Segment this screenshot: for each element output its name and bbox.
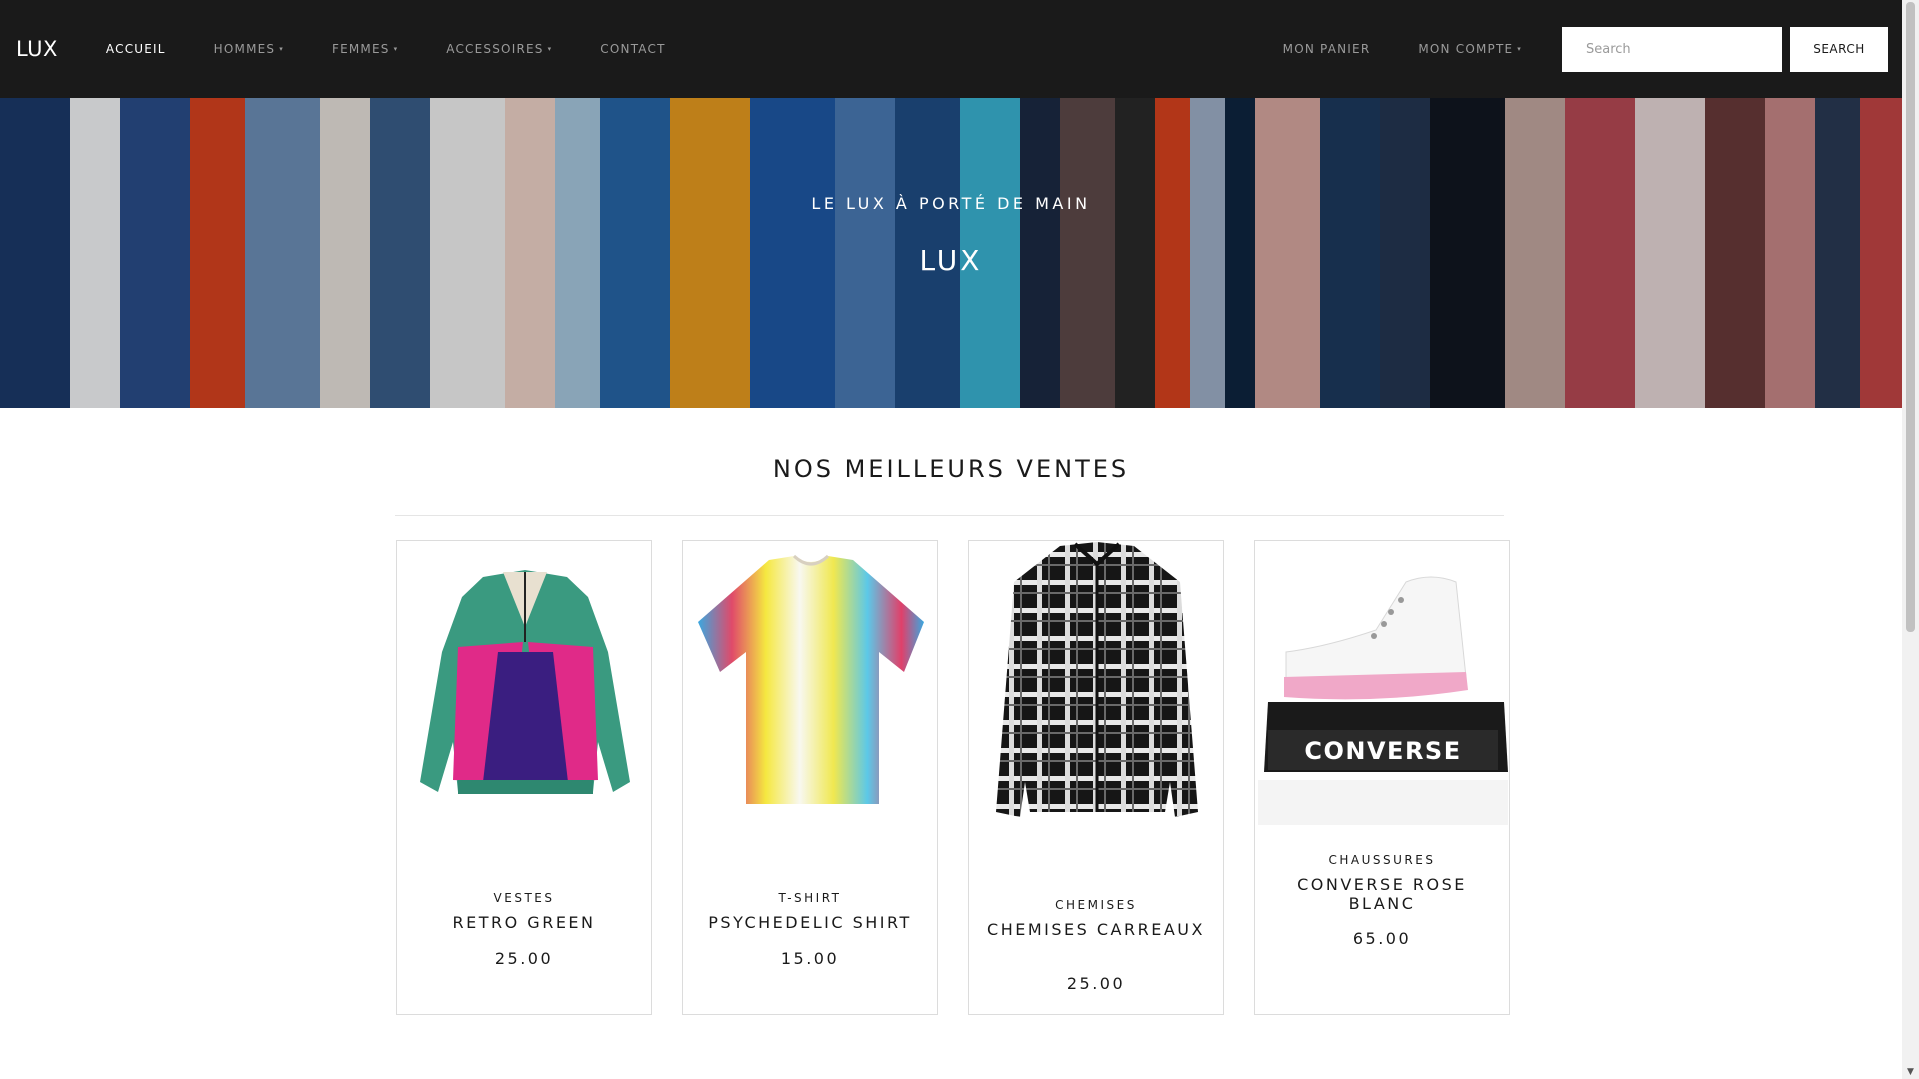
product-card[interactable]: T-SHIRT PSYCHEDELIC SHIRT 15.00 [682,540,938,1015]
nav-item-label: ACCESSOIRES [446,42,544,56]
jacket-image [420,570,630,794]
caret-down-icon: ▾ [1517,45,1522,53]
page-scrollbar[interactable]: ▼ [1902,0,1919,1079]
scroll-down-arrow-icon[interactable]: ▼ [1905,1067,1916,1077]
nav-item-label: HOMMES [213,42,276,56]
nav-item-label: FEMMES [331,42,390,56]
nav-item-contact[interactable]: CONTACT [576,0,689,98]
product-name[interactable]: PSYCHEDELIC SHIRT [691,913,929,932]
product-category: CHEMISES [1055,898,1137,912]
product-card[interactable]: CHEMISES CHEMISES CARREAUX 25.00 [968,540,1224,1015]
brand-logo[interactable]: LUX [16,37,58,61]
product-name[interactable]: CONVERSE ROSE BLANC [1263,875,1501,913]
caret-down-icon: ▾ [547,45,553,53]
product-price: 25.00 [1066,974,1126,993]
product-price: 15.00 [780,949,840,968]
nav-item-mon-panier[interactable]: MON PANIER [1259,0,1395,98]
product-price: 65.00 [1352,929,1412,948]
section-title: NOS MEILLEURS VENTES [772,455,1130,483]
product-grid: VESTES RETRO GREEN 25.00 T-SHIRT PSYCHED… [396,540,1510,1015]
caret-down-icon: ▾ [393,45,399,53]
converse-box-text: CONVERSE [1304,737,1461,765]
product-category: CHAUSSURES [1328,853,1436,867]
product-category: T-SHIRT [778,891,842,905]
nav-item-label: ACCUEIL [105,42,166,56]
product-category: VESTES [493,891,555,905]
product-name[interactable]: RETRO GREEN [405,913,643,932]
nav-item-label: MON COMPTE [1418,42,1514,56]
caret-down-icon: ▾ [279,45,284,53]
nav-item-label: CONTACT [600,42,666,56]
main-nav: ACCUEIL HOMMES ▾ FEMMES ▾ ACCESSOIRES ▾ … [82,0,690,98]
search-button[interactable]: SEARCH [1790,26,1888,72]
section-divider [395,515,1504,516]
nav-item-mon-compte[interactable]: MON COMPTE ▾ [1394,0,1546,98]
top-navbar: LUX ACCUEIL HOMMES ▾ FEMMES ▾ ACCESSOIRE… [0,0,1902,98]
nav-item-accessoires[interactable]: ACCESSOIRES ▾ [422,0,576,98]
product-name[interactable]: CHEMISES CARREAUX [977,920,1215,939]
search-input[interactable] [1562,26,1782,72]
nav-item-hommes[interactable]: HOMMES ▾ [190,0,308,98]
scrollbar-thumb[interactable] [1906,2,1915,632]
nav-item-femmes[interactable]: FEMMES ▾ [308,0,422,98]
product-price: 25.00 [494,949,554,968]
sneaker-image: CONVERSE [1258,576,1508,825]
nav-item-label: MON PANIER [1282,42,1371,56]
tshirt-image [698,554,924,804]
shirt-image [996,542,1198,817]
nav-item-accueil[interactable]: ACCUEIL [82,0,190,98]
product-card[interactable]: CONVERSE CHAUSSURES CONVERSE ROSE BLANC … [1254,540,1510,1015]
nav-right: MON PANIER MON COMPTE ▾ SEARCH [1259,0,1902,98]
product-card[interactable]: VESTES RETRO GREEN 25.00 [396,540,652,1015]
hero-title: LUX [919,244,983,277]
hero-subtitle: LE LUX À PORTÉ DE MAIN [811,194,1091,213]
hero-banner: LE LUX À PORTÉ DE MAIN LUX [0,98,1902,408]
